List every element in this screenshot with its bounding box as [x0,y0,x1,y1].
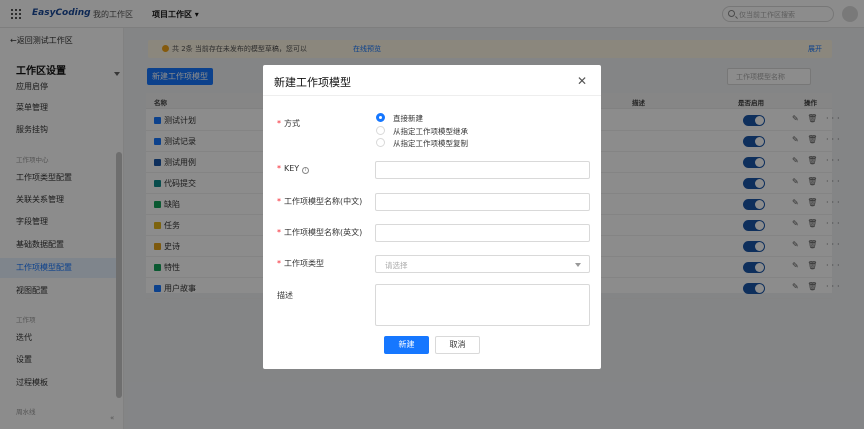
dialog-divider [263,95,601,96]
key-label: * KEY i [277,164,310,174]
dialog-title: 新建工作项模型 [274,76,351,89]
radio-inherit[interactable] [376,126,385,135]
type-select-placeholder: 请选择 [385,261,408,270]
radio-inherit-label[interactable]: 从指定工作项模型继承 [393,126,468,137]
new-model-dialog: 新建工作项模型 ✕ * 方式 直接新建 从指定工作项模型继承 从指定工作项模型复制… [263,65,601,369]
name-en-label: * 工作项模型名称(英文) [277,228,363,237]
close-icon[interactable]: ✕ [577,74,587,88]
name-en-input[interactable] [375,224,590,242]
key-input[interactable] [375,161,590,179]
type-select[interactable]: 请选择 [375,255,590,273]
desc-label: 描述 [277,291,293,300]
method-label-text: 方式 [284,119,300,128]
info-icon[interactable]: i [302,167,310,174]
chevron-down-icon [575,263,581,267]
key-label-text: KEY [284,164,300,173]
type-label-text: 工作项类型 [284,259,324,268]
radio-direct[interactable] [376,113,385,122]
name-cn-label: * 工作项模型名称(中文) [277,197,363,206]
name-cn-input[interactable] [375,193,590,211]
method-label: * 方式 [277,119,300,128]
radio-direct-label[interactable]: 直接新建 [393,113,423,124]
name-cn-label-text: 工作项模型名称(中文) [284,197,363,206]
cancel-button[interactable]: 取消 [435,336,480,354]
name-en-label-text: 工作项模型名称(英文) [284,228,363,237]
radio-copy[interactable] [376,138,385,147]
radio-copy-label[interactable]: 从指定工作项模型复制 [393,138,468,149]
desc-textarea[interactable] [375,284,590,326]
create-button[interactable]: 新建 [384,336,429,354]
type-label: * 工作项类型 [277,259,324,268]
